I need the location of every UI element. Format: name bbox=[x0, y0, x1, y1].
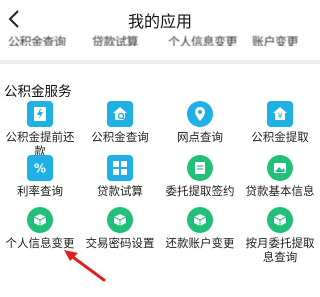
service-label: 贷款基本信息 bbox=[245, 184, 315, 198]
service-item-early-repayment[interactable]: 公积金提前还款 bbox=[0, 101, 80, 158]
svg-text:%: % bbox=[34, 162, 46, 176]
service-label: 按月委托提取息查询 bbox=[245, 236, 315, 264]
service-item-loan-info[interactable]: 贷款基本信息 bbox=[240, 155, 320, 207]
service-label: 公积金提取 bbox=[251, 130, 309, 144]
percent-icon: % bbox=[27, 155, 53, 181]
service-label: 利率查询 bbox=[17, 184, 63, 198]
service-item-branch-query[interactable]: 网点查询 bbox=[160, 101, 240, 153]
service-label: 公积金查询 bbox=[91, 130, 149, 144]
yen-house-icon: ¥ bbox=[267, 101, 293, 127]
service-item-monthly-entrust-query[interactable]: 按月委托提取息查询 bbox=[240, 207, 320, 267]
image-document-icon bbox=[267, 155, 293, 181]
bolt-document-icon bbox=[27, 101, 53, 127]
service-item-entrust-signing[interactable]: 委托提取签约 bbox=[160, 155, 240, 207]
annotation-arrow-icon bbox=[64, 250, 106, 282]
service-item-repayment-account-change[interactable]: 还款账户变更 bbox=[160, 207, 240, 259]
service-label: 还款账户变更 bbox=[165, 236, 235, 250]
cube-icon bbox=[27, 207, 53, 233]
service-item-rate-query[interactable]: % 利率查询 bbox=[0, 155, 80, 207]
service-label: 委托提取签约 bbox=[165, 184, 235, 198]
svg-text:¥: ¥ bbox=[277, 112, 282, 121]
location-pin-icon bbox=[187, 101, 213, 127]
cube-icon bbox=[107, 207, 133, 233]
service-label: 贷款试算 bbox=[97, 184, 143, 198]
service-grid: 公积金提前还款 公积金查询 网点查询 ¥ 公积金提取 % 利率查询 贷款试算 委… bbox=[0, 0, 320, 297]
cube-icon bbox=[187, 207, 213, 233]
sign-document-icon bbox=[187, 155, 213, 181]
service-label: 公积金提前还款 bbox=[5, 130, 75, 158]
service-item-fund-query[interactable]: 公积金查询 bbox=[80, 101, 160, 153]
calculator-icon bbox=[107, 155, 133, 181]
cube-icon bbox=[267, 207, 293, 233]
service-item-fund-withdrawal[interactable]: ¥ 公积金提取 bbox=[240, 101, 320, 153]
service-label: 网点查询 bbox=[177, 130, 223, 144]
service-item-loan-calculator[interactable]: 贷款试算 bbox=[80, 155, 160, 207]
house-search-icon bbox=[107, 101, 133, 127]
